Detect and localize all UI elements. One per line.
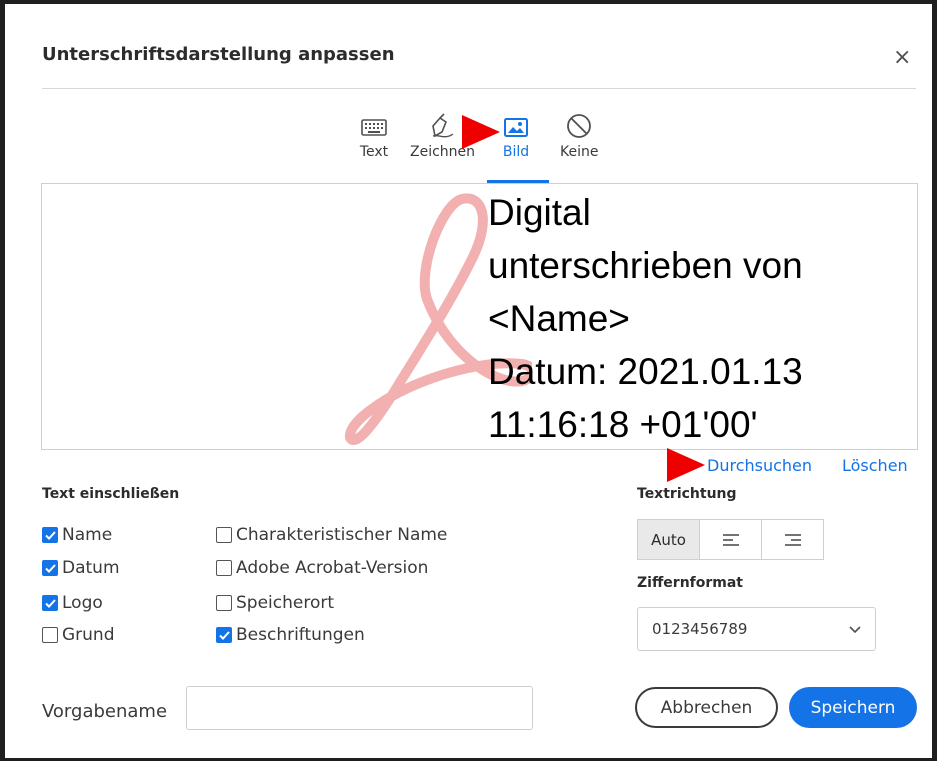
checkbox-checked-icon [216, 627, 232, 643]
align-left-icon [722, 533, 739, 546]
checkbox-label: Grund [62, 625, 115, 645]
checkbox-empty-icon [216, 527, 232, 543]
preview-line: Datum: 2021.01.13 [488, 351, 803, 392]
browse-link[interactable]: Durchsuchen [707, 456, 812, 475]
title-divider [42, 88, 916, 89]
checkbox-label: Logo [62, 593, 103, 613]
no-icon [560, 112, 598, 142]
checkbox-label: Speicherort [236, 593, 335, 613]
checkbox-label: Adobe Acrobat-Version [236, 558, 429, 578]
checkbox-logo[interactable]: Logo [42, 593, 103, 613]
dialog-title: Unterschriftsdarstellung anpassen [42, 44, 395, 65]
checkbox-distinguished-name[interactable]: Charakteristischer Name [216, 525, 447, 545]
preview-line: 11:16:18 +01'00' [488, 404, 758, 445]
annotation-arrow-icon [462, 115, 500, 149]
close-icon[interactable]: × [893, 44, 911, 72]
tab-text[interactable]: Text [359, 112, 389, 160]
preview-line: <Name> [488, 298, 630, 339]
direction-auto-button[interactable]: Auto [637, 519, 700, 560]
checkbox-date[interactable]: Datum [42, 558, 120, 578]
text-direction-label: Textrichtung [637, 486, 737, 502]
checkbox-reason[interactable]: Grund [42, 625, 115, 645]
checkbox-labels[interactable]: Beschriftungen [216, 625, 365, 645]
window-frame-top [0, 0, 937, 4]
keyboard-icon [359, 112, 389, 142]
delete-link[interactable]: Löschen [842, 456, 908, 475]
preset-name-label: Vorgabename [42, 701, 168, 722]
align-right-icon [784, 533, 801, 546]
checkbox-checked-icon [42, 595, 58, 611]
checkbox-name[interactable]: Name [42, 525, 112, 545]
checkbox-label: Charakteristischer Name [236, 525, 448, 545]
checkbox-label: Datum [62, 558, 120, 578]
preview-signature-text: Digital unterschrieben von <Name> Datum:… [488, 186, 803, 449]
tab-image-label: Bild [502, 144, 530, 160]
chevron-down-icon [849, 620, 861, 638]
digit-format-select[interactable]: 0123456789 [637, 607, 876, 651]
text-direction-group: Auto [637, 519, 824, 560]
checkbox-empty-icon [216, 560, 232, 576]
digit-format-value: 0123456789 [652, 620, 748, 638]
annotation-arrow-icon [667, 448, 705, 482]
digit-format-label: Ziffernformat [637, 575, 743, 591]
cancel-button[interactable]: Abbrechen [635, 687, 778, 728]
checkbox-acrobat-version[interactable]: Adobe Acrobat-Version [216, 558, 428, 578]
direction-rtl-button[interactable] [761, 519, 824, 560]
checkbox-label: Name [62, 525, 113, 545]
signature-preview: Digital unterschrieben von <Name> Datum:… [41, 183, 918, 450]
preset-name-input[interactable] [186, 686, 533, 730]
tab-none[interactable]: Keine [560, 112, 598, 160]
checkbox-checked-icon [42, 527, 58, 543]
image-icon [501, 112, 531, 142]
checkbox-label: Beschriftungen [236, 625, 365, 645]
preview-line: unterschrieben von [488, 245, 803, 286]
preview-line: Digital [488, 192, 591, 233]
checkbox-location[interactable]: Speicherort [216, 593, 334, 613]
tab-image[interactable]: Bild [501, 112, 531, 160]
direction-ltr-button[interactable] [699, 519, 762, 560]
window-frame-left [0, 0, 5, 761]
checkbox-checked-icon [42, 560, 58, 576]
tab-none-label: Keine [560, 144, 599, 160]
checkbox-empty-icon [42, 627, 58, 643]
window-frame-right [932, 0, 937, 761]
include-text-label: Text einschließen [42, 486, 180, 502]
save-button[interactable]: Speichern [789, 687, 917, 728]
checkbox-empty-icon [216, 595, 232, 611]
tab-text-label: Text [359, 144, 389, 160]
